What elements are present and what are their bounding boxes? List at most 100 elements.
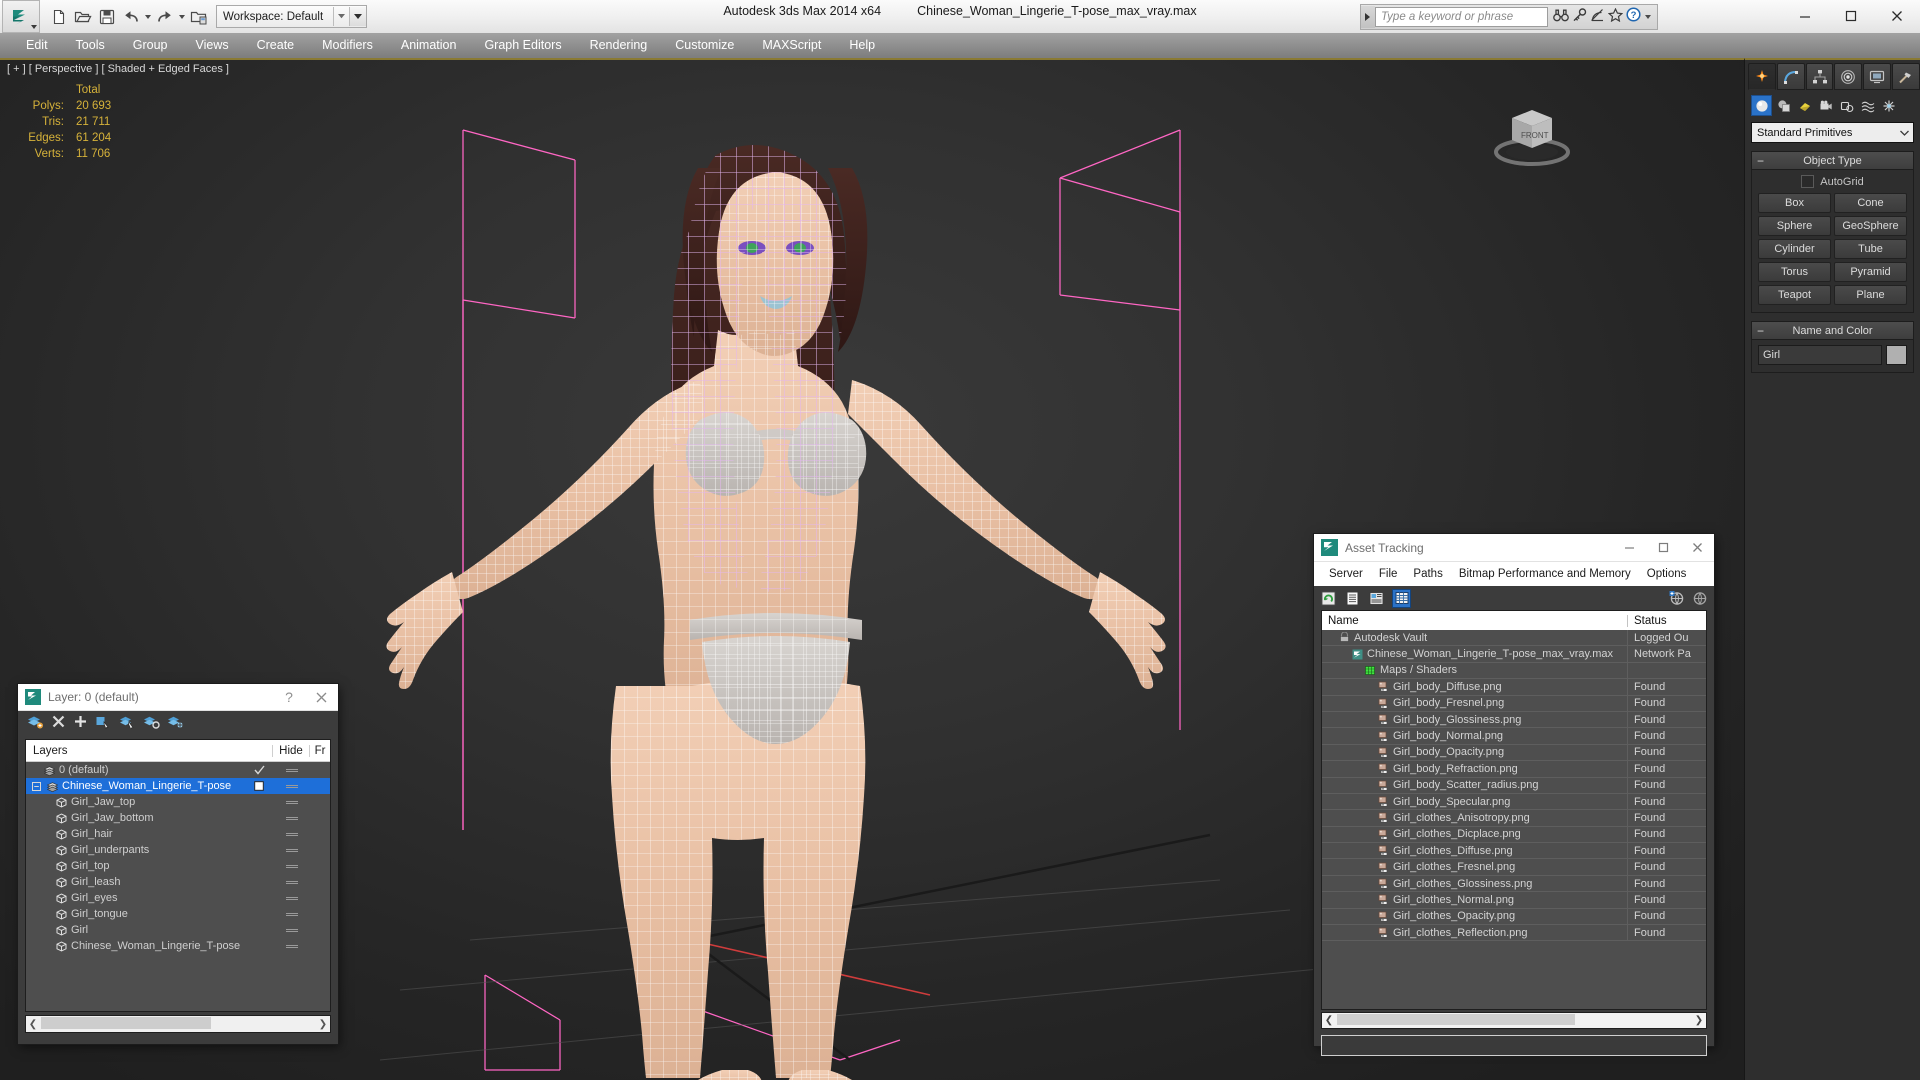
- menu-item-tools[interactable]: Tools: [62, 33, 119, 58]
- layer-dialog[interactable]: Layer: 0 (default) ? Layers Hide Fr 0 (d…: [18, 684, 338, 1044]
- asset-rows[interactable]: Autodesk Vault Logged Ou Chinese_Woman_Lin…: [1322, 630, 1706, 1009]
- asset-menu-options[interactable]: Options: [1639, 568, 1695, 580]
- add-globe-icon[interactable]: [1668, 590, 1685, 607]
- layer-row[interactable]: Girl_tongue: [26, 906, 330, 922]
- layer-active-cell[interactable]: [244, 781, 274, 791]
- helpers-icon[interactable]: [1837, 96, 1856, 115]
- scroll-left-icon[interactable]: ❮: [26, 1019, 40, 1030]
- minimize-button[interactable]: [1612, 534, 1646, 561]
- plane-button[interactable]: Plane: [1834, 285, 1907, 305]
- space-warps-icon[interactable]: [1858, 96, 1877, 115]
- asset-row[interactable]: Girl_body_Normal.png Found: [1322, 728, 1706, 745]
- teapot-button[interactable]: Teapot: [1758, 285, 1831, 305]
- scroll-thumb[interactable]: [41, 1017, 211, 1029]
- search-expand-icon[interactable]: [1361, 6, 1375, 28]
- asset-row[interactable]: Girl_body_Diffuse.png Found: [1322, 679, 1706, 696]
- redo-icon[interactable]: [154, 6, 176, 28]
- layer-row[interactable]: 0 (default): [26, 762, 330, 778]
- undo-icon[interactable]: [120, 6, 142, 28]
- layer-row[interactable]: Girl_underpants: [26, 842, 330, 858]
- workspace-arrow-icon[interactable]: [333, 7, 349, 26]
- asset-row[interactable]: Autodesk Vault Logged Ou: [1322, 630, 1706, 647]
- menu-item-animation[interactable]: Animation: [387, 33, 471, 58]
- asset-row[interactable]: Girl_clothes_Opacity.png Found: [1322, 908, 1706, 926]
- save-file-icon[interactable]: [96, 6, 118, 28]
- maximize-button[interactable]: [1828, 0, 1874, 32]
- primitive-category-dropdown[interactable]: Standard Primitives: [1751, 122, 1914, 143]
- menu-item-maxscript[interactable]: MAXScript: [748, 33, 835, 58]
- layer-row[interactable]: Girl_leash: [26, 874, 330, 890]
- select-highlighted-objects-icon[interactable]: [119, 714, 136, 734]
- star-icon[interactable]: [1607, 7, 1624, 27]
- asset-row[interactable]: Girl_clothes_Dicplace.png Found: [1322, 826, 1706, 844]
- utilities-tab[interactable]: [1892, 63, 1920, 90]
- name-and-color-header[interactable]: − Name and Color: [1751, 321, 1914, 340]
- binoculars-icon[interactable]: [1553, 8, 1569, 27]
- asset-row[interactable]: Girl_clothes_Normal.png Found: [1322, 892, 1706, 909]
- open-file-icon[interactable]: [72, 6, 94, 28]
- menu-item-views[interactable]: Views: [181, 33, 242, 58]
- expander-icon[interactable]: [32, 781, 41, 791]
- layer-row[interactable]: Girl_hair: [26, 826, 330, 842]
- geometry-icon[interactable]: [1751, 95, 1772, 116]
- delete-layer-icon[interactable]: [51, 714, 66, 734]
- layer-rows[interactable]: 0 (default) Chinese_Woman_Lingerie_T-pose…: [26, 762, 330, 1011]
- asset-menu-paths[interactable]: Paths: [1405, 568, 1450, 580]
- shapes-icon[interactable]: [1774, 96, 1793, 115]
- lights-icon[interactable]: [1795, 96, 1814, 115]
- close-button[interactable]: [304, 684, 338, 711]
- asset-table[interactable]: Name Status Autodesk Vault Logged Ou Chine…: [1321, 610, 1707, 1010]
- layer-hide-cell[interactable]: [274, 800, 310, 804]
- layer-hide-cell[interactable]: [274, 928, 310, 932]
- layer-horizontal-scrollbar[interactable]: ❮ ❯: [25, 1015, 331, 1033]
- layer-hide-cell[interactable]: [274, 784, 310, 788]
- box-button[interactable]: Box: [1758, 193, 1831, 213]
- menu-item-modifiers[interactable]: Modifiers: [308, 33, 387, 58]
- workspace-dropdown-icon[interactable]: [349, 7, 367, 26]
- cone-button[interactable]: Cone: [1834, 193, 1907, 213]
- layer-hide-cell[interactable]: [274, 880, 310, 884]
- new-file-icon[interactable]: [48, 6, 70, 28]
- layer-hide-cell[interactable]: [274, 944, 310, 948]
- close-button[interactable]: [1874, 0, 1920, 32]
- add-selection-to-layer-icon[interactable]: [73, 714, 88, 734]
- layer-hide-cell[interactable]: [274, 896, 310, 900]
- layer-row[interactable]: Girl_Jaw_bottom: [26, 810, 330, 826]
- layer-hide-cell[interactable]: [274, 848, 310, 852]
- layer-hide-cell[interactable]: [274, 832, 310, 836]
- asset-row[interactable]: Girl_clothes_Fresnel.png Found: [1322, 859, 1706, 876]
- asset-row[interactable]: Girl_body_Glossiness.png Found: [1322, 711, 1706, 729]
- autogrid-checkbox[interactable]: [1801, 175, 1815, 188]
- redo-dropdown-icon[interactable]: [179, 14, 185, 19]
- satellite-dish-icon[interactable]: [1590, 8, 1605, 27]
- menu-item-customize[interactable]: Customize: [661, 33, 748, 58]
- asset-menu-bitmap-performance[interactable]: Bitmap Performance and Memory: [1451, 568, 1639, 580]
- asset-row[interactable]: Girl_clothes_Anisotropy.png Found: [1322, 810, 1706, 827]
- set-project-folder-icon[interactable]: [188, 6, 210, 28]
- help-circle-icon[interactable]: ?: [1626, 7, 1641, 27]
- close-button[interactable]: [1680, 534, 1714, 561]
- hierarchy-tab[interactable]: [1805, 63, 1834, 90]
- highlight-selected-objects-layer-icon[interactable]: [143, 714, 160, 734]
- display-tab[interactable]: [1863, 63, 1892, 90]
- asset-menu-server[interactable]: Server: [1321, 568, 1371, 580]
- scroll-thumb[interactable]: [1337, 1014, 1575, 1025]
- tube-button[interactable]: Tube: [1834, 239, 1907, 259]
- application-menu-button[interactable]: [2, 0, 40, 33]
- layer-hide-cell[interactable]: [274, 816, 310, 820]
- motion-tab[interactable]: [1834, 63, 1863, 90]
- layer-row[interactable]: Girl_eyes: [26, 890, 330, 906]
- layer-hide-cell[interactable]: [274, 864, 310, 868]
- asset-menu-file[interactable]: File: [1371, 568, 1406, 580]
- help-dropdown-icon[interactable]: [1645, 15, 1651, 19]
- pyramid-button[interactable]: Pyramid: [1834, 262, 1907, 282]
- menu-item-graph-editors[interactable]: Graph Editors: [470, 33, 575, 58]
- key-icon[interactable]: [1572, 7, 1587, 27]
- menu-item-create[interactable]: Create: [243, 33, 309, 58]
- scroll-left-icon[interactable]: ❮: [1322, 1015, 1336, 1026]
- layer-hide-cell[interactable]: [274, 768, 310, 772]
- sphere-button[interactable]: Sphere: [1758, 216, 1831, 236]
- asset-tracking-dialog[interactable]: Asset Tracking Server File Paths Bitmap …: [1314, 534, 1714, 1056]
- asset-row[interactable]: Girl_clothes_Diffuse.png Found: [1322, 843, 1706, 860]
- detail-view-icon[interactable]: [1368, 590, 1385, 607]
